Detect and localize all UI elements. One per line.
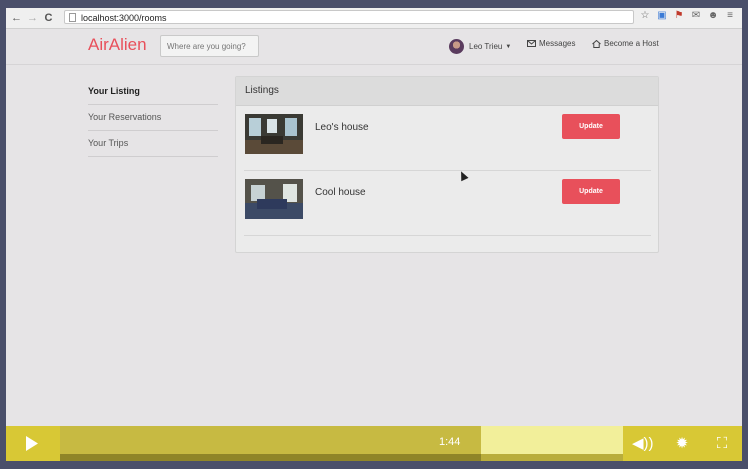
menu-icon[interactable]: ≡ bbox=[724, 10, 736, 22]
page-viewport: AirAlien Leo Trieu ▼ Messages Become a H… bbox=[6, 29, 742, 426]
playback-time: 1:44 bbox=[439, 436, 461, 448]
extension-icon[interactable]: ⚑ bbox=[673, 10, 685, 22]
page-icon bbox=[69, 13, 76, 22]
update-button[interactable]: Update bbox=[562, 114, 620, 139]
home-icon bbox=[592, 39, 601, 48]
caret-down-icon: ▼ bbox=[505, 43, 512, 50]
play-button[interactable] bbox=[6, 426, 60, 461]
listing-row: Cool house Update bbox=[244, 171, 651, 236]
back-icon[interactable]: ← bbox=[10, 12, 23, 24]
search-input[interactable] bbox=[160, 35, 259, 57]
become-host-label: Become a Host bbox=[604, 39, 659, 48]
player-control-area: ◀)) ✹ ⛶ bbox=[623, 426, 742, 461]
extensions-bar: ☆ ▣ ⚑ ✉ ☻ ≡ bbox=[639, 10, 736, 22]
listing-row: Leo's house Update bbox=[244, 106, 651, 171]
progress-bar[interactable] bbox=[60, 454, 481, 461]
update-button[interactable]: Update bbox=[562, 179, 620, 204]
envelope-icon bbox=[527, 40, 536, 47]
brand-logo[interactable]: AirAlien bbox=[88, 35, 147, 55]
listing-photo[interactable] bbox=[245, 114, 303, 154]
site-header: AirAlien Leo Trieu ▼ Messages Become a H… bbox=[6, 29, 742, 65]
sidebar-item-your-trips[interactable]: Your Trips bbox=[88, 131, 218, 157]
progress-remaining[interactable] bbox=[481, 454, 623, 461]
listing-title[interactable]: Leo's house bbox=[315, 122, 369, 133]
extension-icon[interactable]: ☻ bbox=[707, 10, 719, 22]
account-sidebar: Your Listing Your Reservations Your Trip… bbox=[88, 79, 218, 157]
user-menu[interactable]: Leo Trieu ▼ bbox=[449, 39, 511, 54]
become-host-link[interactable]: Become a Host bbox=[592, 39, 659, 48]
panel-title: Listings bbox=[236, 77, 658, 106]
pocket-icon[interactable]: ✉ bbox=[690, 10, 702, 22]
listings-panel: Listings Leo's house Update Cool house U… bbox=[235, 76, 659, 253]
listing-title[interactable]: Cool house bbox=[315, 187, 366, 198]
fullscreen-icon[interactable]: ⛶ bbox=[712, 434, 732, 454]
url-text: localhost:3000/rooms bbox=[81, 13, 167, 23]
avatar bbox=[449, 39, 464, 54]
window-top-border bbox=[0, 0, 748, 8]
listing-photo[interactable] bbox=[245, 179, 303, 219]
window-bottom-border bbox=[0, 461, 748, 469]
video-player-controls: 1:44 ◀)) ✹ ⛶ bbox=[6, 426, 742, 461]
forward-icon[interactable]: → bbox=[26, 12, 39, 24]
messages-link[interactable]: Messages bbox=[527, 39, 575, 48]
browser-toolbar: ← → C localhost:3000/rooms ☆ ▣ ⚑ ✉ ☻ ≡ bbox=[6, 8, 742, 29]
bookmark-star-icon[interactable]: ☆ bbox=[639, 10, 651, 22]
volume-icon[interactable]: ◀)) bbox=[632, 434, 654, 454]
buffered-bar bbox=[481, 426, 623, 454]
settings-gear-icon[interactable]: ✹ bbox=[672, 434, 692, 454]
messages-label: Messages bbox=[539, 39, 576, 48]
play-icon bbox=[26, 436, 38, 451]
address-bar[interactable]: localhost:3000/rooms bbox=[64, 10, 634, 24]
reload-icon[interactable]: C bbox=[42, 12, 55, 24]
user-name: Leo Trieu bbox=[469, 42, 503, 51]
sidebar-item-your-listing[interactable]: Your Listing bbox=[88, 79, 218, 105]
sidebar-item-your-reservations[interactable]: Your Reservations bbox=[88, 105, 218, 131]
extension-icon[interactable]: ▣ bbox=[656, 10, 668, 22]
